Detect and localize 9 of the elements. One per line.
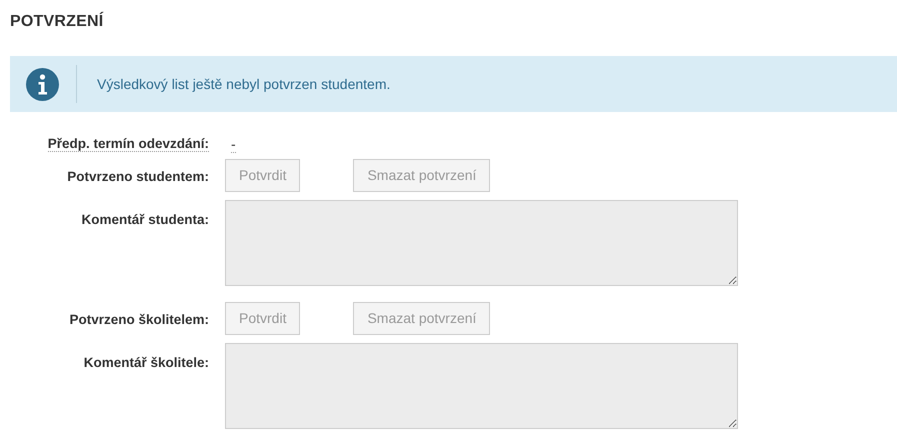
section-title: POTVRZENÍ bbox=[10, 12, 104, 32]
field-label: Potvrzeno studentem: bbox=[67, 169, 209, 184]
alert-text: Výsledkový list ještě nebyl potvrzen studentem. bbox=[97, 74, 390, 94]
field-value: - bbox=[231, 136, 236, 154]
field-label: Předp. termín odevzdání: bbox=[48, 136, 209, 152]
info-icon bbox=[26, 68, 59, 101]
field-label: Potvrzeno školitelem: bbox=[69, 312, 209, 328]
field-label: Komentář studenta: bbox=[81, 212, 209, 228]
field-label: Komentář školitele: bbox=[84, 355, 209, 370]
